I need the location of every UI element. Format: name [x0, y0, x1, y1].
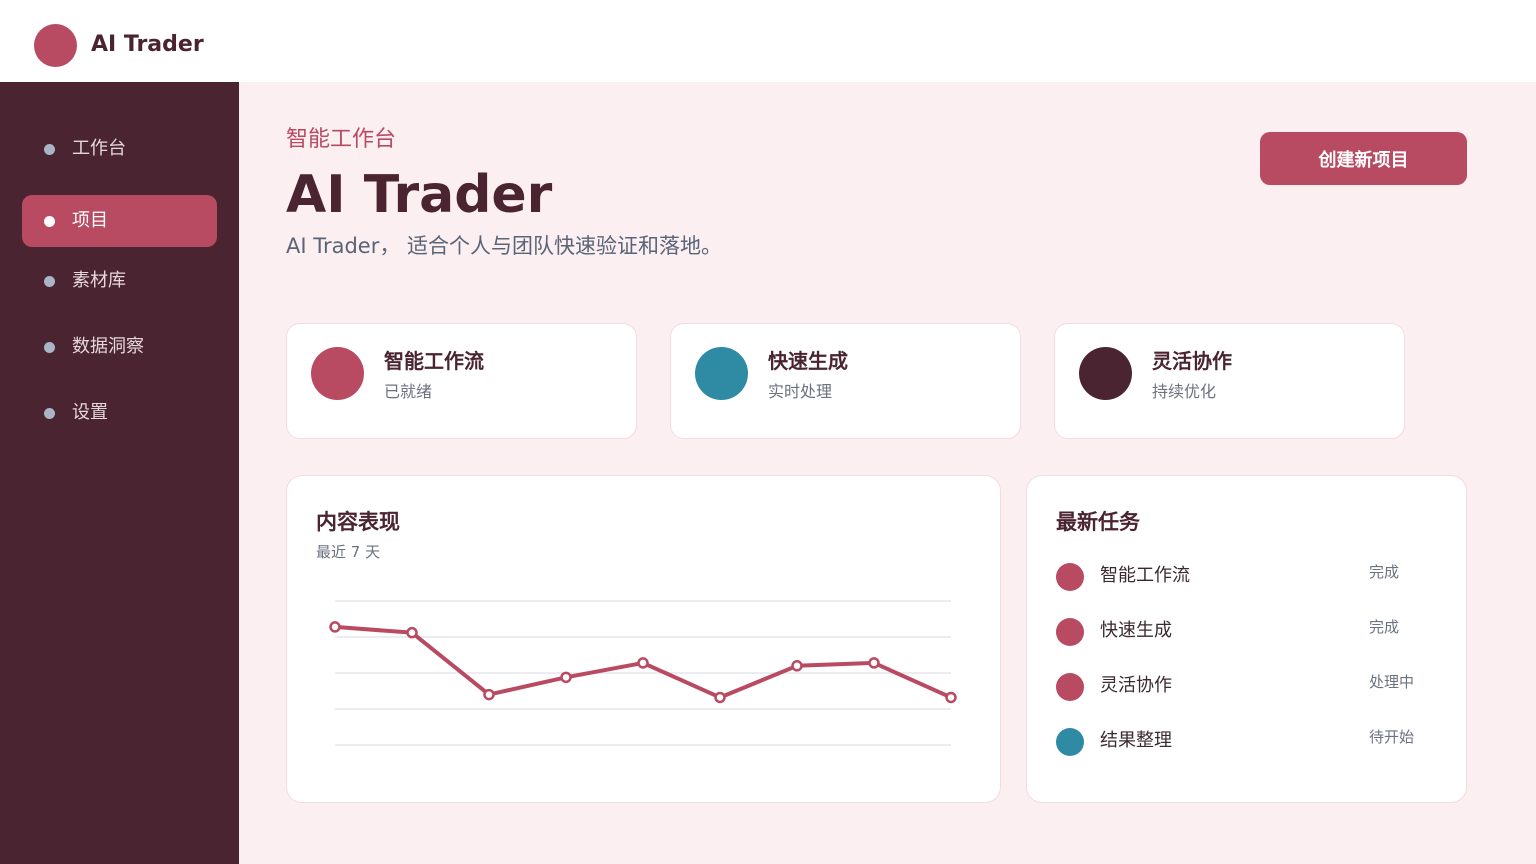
sidebar-item-projects[interactable]: 项目 — [22, 195, 217, 247]
page-eyebrow: 智能工作台 — [286, 127, 397, 152]
task-row[interactable]: 结果整理 待开始 — [1056, 727, 1436, 757]
bullet-icon — [44, 216, 55, 227]
task-status: 待开始 — [1369, 728, 1415, 746]
chart-point[interactable] — [714, 691, 726, 704]
chart-point[interactable] — [637, 657, 649, 669]
chart-point[interactable] — [868, 657, 880, 669]
task-name: 灵活协作 — [1100, 675, 1172, 696]
task-name: 结果整理 — [1100, 730, 1172, 751]
sidebar-item-label: 设置 — [72, 402, 108, 423]
sidebar-item-settings[interactable]: 设置 — [22, 387, 217, 439]
app-title: AI Trader — [91, 32, 204, 57]
performance-panel: 内容表现 最近 7 天 — [286, 475, 1001, 803]
chart-point[interactable] — [791, 660, 803, 672]
task-status: 处理中 — [1369, 673, 1415, 691]
bullet-icon — [44, 144, 55, 155]
feature-icon — [1079, 347, 1132, 400]
top-bar: AI Trader — [0, 0, 1536, 82]
sidebar-item-insights[interactable]: 数据洞察 — [22, 321, 217, 373]
feature-card-collaborate[interactable]: 灵活协作 持续优化 — [1054, 323, 1405, 439]
chart-point[interactable] — [329, 621, 341, 633]
chart-point[interactable] — [483, 688, 495, 701]
task-name: 快速生成 — [1100, 620, 1172, 641]
bullet-icon — [44, 342, 55, 353]
task-row[interactable]: 智能工作流 完成 — [1056, 562, 1436, 592]
feature-title: 灵活协作 — [1152, 349, 1232, 373]
task-status-dot-icon — [1056, 728, 1084, 756]
performance-line-chart — [329, 600, 957, 746]
sidebar: 工作台 项目 素材库 数据洞察 设置 — [0, 82, 239, 864]
task-status: 完成 — [1369, 618, 1400, 636]
tasks-panel: 最新任务 智能工作流 完成 快速生成 完成 灵活协作 处理中 结果整理 待开始 — [1026, 475, 1467, 803]
task-status-dot-icon — [1056, 618, 1084, 646]
chart-point[interactable] — [406, 626, 418, 639]
feature-card-workflow[interactable]: 智能工作流 已就绪 — [286, 323, 637, 439]
bullet-icon — [44, 276, 55, 287]
feature-status: 持续优化 — [1152, 382, 1217, 401]
feature-card-generate[interactable]: 快速生成 实时处理 — [670, 323, 1021, 439]
task-row[interactable]: 灵活协作 处理中 — [1056, 672, 1436, 702]
chart-point[interactable] — [560, 671, 572, 684]
task-status-dot-icon — [1056, 673, 1084, 701]
feature-icon — [311, 347, 364, 400]
feature-status: 已就绪 — [384, 382, 433, 401]
sidebar-item-label: 数据洞察 — [72, 336, 144, 357]
sidebar-item-label: 项目 — [72, 210, 108, 231]
logo-icon — [34, 24, 77, 67]
chart-point[interactable] — [945, 691, 957, 704]
sidebar-item-label: 工作台 — [72, 138, 126, 159]
task-status: 完成 — [1369, 563, 1400, 581]
feature-icon — [695, 347, 748, 400]
task-row[interactable]: 快速生成 完成 — [1056, 617, 1436, 647]
sidebar-item-workbench[interactable]: 工作台 — [22, 123, 217, 175]
bullet-icon — [44, 408, 55, 419]
page-title: AI Trader — [286, 165, 553, 225]
task-status-dot-icon — [1056, 563, 1084, 591]
panel-title: 最新任务 — [1056, 510, 1140, 534]
feature-title: 快速生成 — [768, 349, 848, 373]
sidebar-item-label: 素材库 — [72, 270, 126, 291]
page-subtitle: AI Trader， 适合个人与团队快速验证和落地。 — [286, 234, 723, 258]
feature-title: 智能工作流 — [384, 349, 484, 373]
feature-status: 实时处理 — [768, 382, 833, 401]
sidebar-item-assets[interactable]: 素材库 — [22, 255, 217, 307]
create-project-button[interactable]: 创建新项目 — [1260, 132, 1467, 185]
task-name: 智能工作流 — [1100, 565, 1190, 586]
